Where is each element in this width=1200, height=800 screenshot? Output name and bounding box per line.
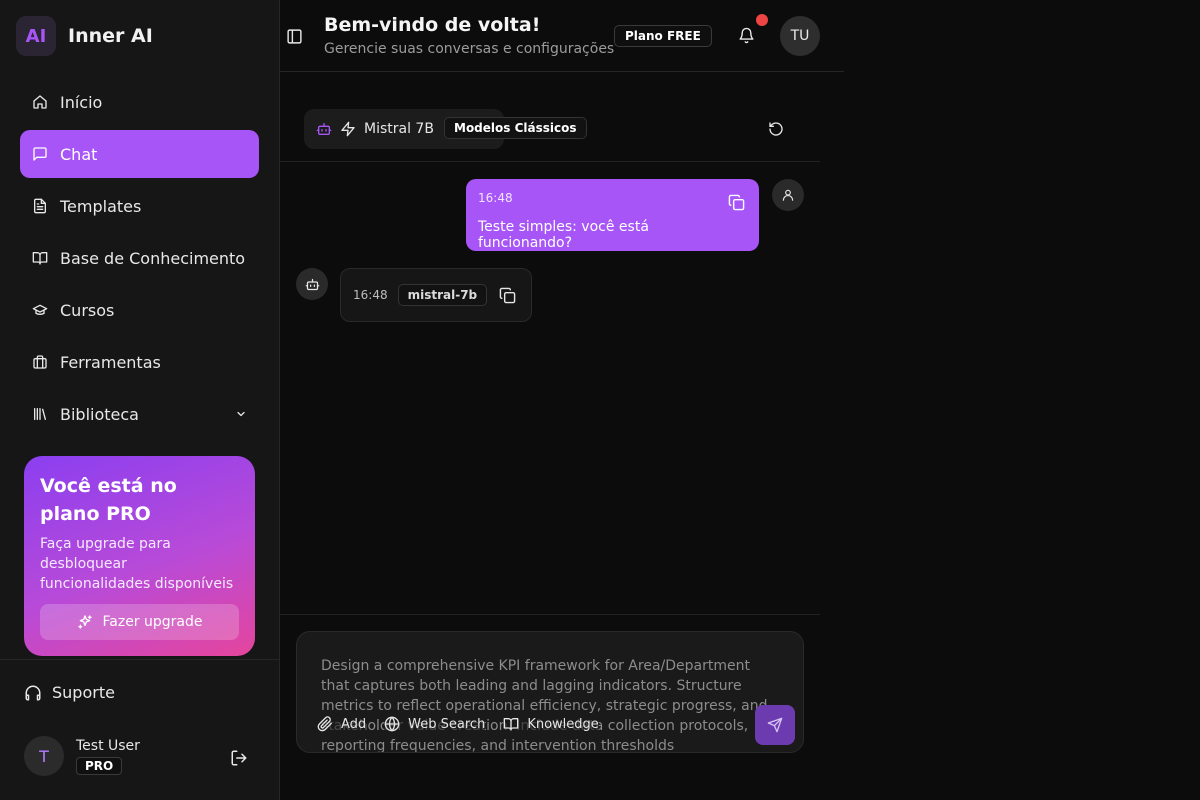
support-label: Suporte	[52, 683, 115, 702]
composer-tools: Add Web Search Knowledge	[317, 716, 599, 732]
chevron-down-icon[interactable]	[235, 408, 247, 420]
support-link[interactable]: Suporte	[24, 683, 115, 702]
document-icon	[34, 198, 46, 214]
knowledge-button[interactable]: Knowledge	[503, 716, 599, 732]
user-icon	[782, 189, 794, 201]
upgrade-button[interactable]: Fazer upgrade	[40, 604, 239, 640]
graduation-cap-icon	[32, 304, 48, 315]
web-search-button[interactable]: Web Search	[384, 716, 486, 732]
avatar[interactable]: TU	[780, 16, 820, 56]
user-name: Test User	[76, 737, 140, 754]
message-icon	[33, 147, 47, 161]
sidebar-item-ferramentas[interactable]: Ferramentas	[20, 338, 259, 386]
sidebar-item-label: Templates	[60, 196, 142, 216]
model-name: Mistral 7B	[364, 121, 434, 137]
headphones-icon	[25, 685, 41, 700]
sidebar-item-label: Ferramentas	[60, 352, 161, 372]
send-icon	[767, 717, 783, 733]
message-composer[interactable]: Design a comprehensive KPI framework for…	[296, 631, 804, 753]
sidebar-item-label: Base de Conhecimento	[60, 248, 246, 268]
bot-icon	[305, 278, 319, 290]
sparkles-icon	[77, 615, 92, 629]
message-input[interactable]: Design a comprehensive KPI framework for…	[321, 656, 777, 752]
avatar: T	[24, 736, 64, 776]
knowledge-label: Knowledge	[527, 716, 599, 732]
brand[interactable]: AI Inner AI	[16, 16, 153, 56]
composer-divider	[280, 614, 820, 615]
globe-icon	[384, 716, 400, 732]
promo-title: Você está no plano PRO	[40, 475, 177, 525]
model-bar: Mistral 7B Modelos Clássicos	[280, 96, 820, 162]
user-message: 16:48 Teste simples: você está funcionan…	[466, 179, 759, 251]
home-icon	[33, 95, 47, 109]
logout-icon[interactable]	[230, 749, 248, 767]
user-profile[interactable]: T Test User PRO	[24, 736, 140, 776]
refresh-icon[interactable]	[768, 121, 784, 137]
assistant-avatar	[296, 268, 328, 300]
bell-icon[interactable]	[738, 27, 755, 44]
sidebar-item-label: Biblioteca	[60, 404, 139, 424]
sidebar-item-cursos[interactable]: Cursos	[20, 286, 259, 334]
sidebar-item-biblioteca[interactable]: Biblioteca	[20, 390, 259, 438]
add-button[interactable]: Add	[317, 716, 367, 732]
sidebar-item-chat[interactable]: Chat	[20, 130, 259, 178]
brand-logo: AI	[16, 16, 56, 56]
brand-name: Inner AI	[68, 25, 153, 47]
promo-description: Faça upgrade para desbloquear funcionali…	[40, 536, 234, 592]
web-search-label: Web Search	[408, 716, 486, 732]
user-avatar	[772, 179, 804, 211]
message-text: Teste simples: você está funcionando?	[478, 219, 649, 251]
sidebar: AI Inner AI Início Chat Templates Base d…	[0, 0, 280, 800]
top-header: Bem-vindo de volta! Gerencie suas conver…	[280, 0, 844, 72]
lightning-icon	[341, 121, 355, 137]
briefcase-icon	[33, 355, 47, 369]
plan-badge[interactable]: Plano FREE	[614, 25, 712, 47]
assistant-message: 16:48 mistral-7b	[340, 268, 532, 322]
sidebar-item-label: Chat	[60, 144, 98, 164]
copy-icon[interactable]	[499, 287, 516, 304]
model-category-badge: Modelos Clássicos	[444, 117, 587, 139]
bot-icon	[316, 123, 332, 135]
sidebar-item-base-de-conhecimento[interactable]: Base de Conhecimento	[20, 234, 259, 282]
sidebar-item-templates[interactable]: Templates	[20, 182, 259, 230]
copy-icon[interactable]	[728, 194, 745, 211]
user-plan-badge: PRO	[76, 756, 123, 775]
model-badge: mistral-7b	[397, 284, 488, 306]
sidebar-item-label: Início	[60, 92, 103, 112]
page-subtitle: Gerencie suas conversas e configurações	[324, 41, 615, 57]
add-label: Add	[341, 716, 367, 732]
library-icon	[34, 408, 46, 420]
app-window: AI Inner AI Início Chat Templates Base d…	[0, 0, 1200, 800]
message-time: 16:48	[353, 288, 388, 302]
sidebar-toggle-icon[interactable]	[286, 28, 303, 45]
paperclip-icon	[317, 716, 332, 732]
send-button[interactable]	[755, 705, 795, 745]
upgrade-promo-card: Você está no plano PRO Faça upgrade para…	[24, 456, 255, 656]
upgrade-button-label: Fazer upgrade	[102, 614, 203, 630]
sidebar-nav: Início Chat Templates Base de Conhecimen…	[20, 78, 259, 442]
book-icon	[32, 252, 48, 265]
sidebar-divider	[0, 659, 279, 660]
sidebar-item-label: Cursos	[60, 300, 115, 320]
notification-dot	[756, 14, 768, 26]
sidebar-item-inicio[interactable]: Início	[20, 78, 259, 126]
book-icon	[503, 718, 519, 731]
page-title: Bem-vindo de volta!	[324, 14, 541, 36]
message-time: 16:48	[478, 191, 513, 205]
